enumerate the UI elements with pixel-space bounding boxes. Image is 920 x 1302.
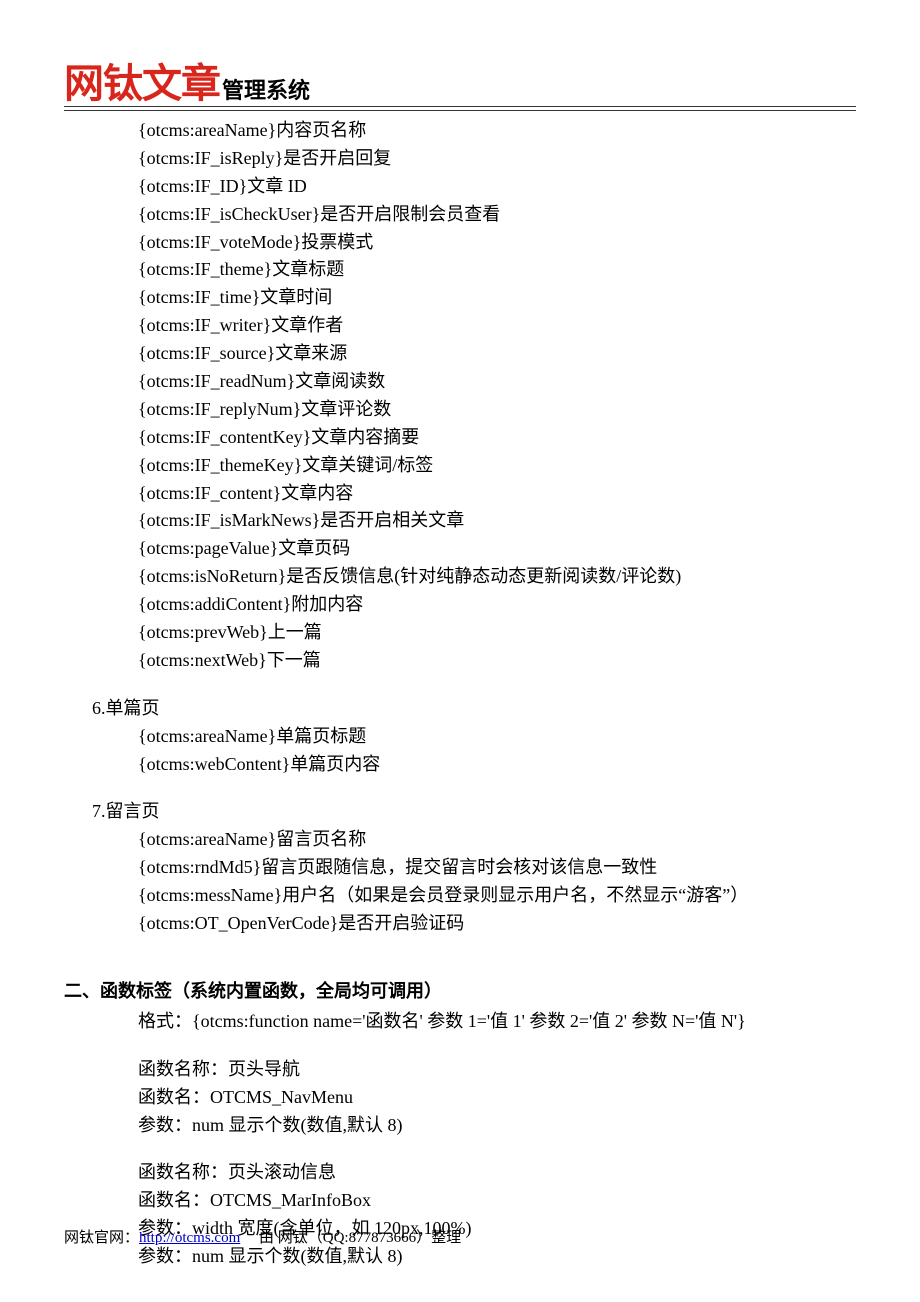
tag-line: {otcms:messName}用户名（如果是会员登录则显示用户名，不然显示“游… bbox=[138, 882, 856, 910]
tag-line: {otcms:IF_theme}文章标题 bbox=[138, 256, 856, 284]
tag-line: {otcms:isNoReturn}是否反馈信息(针对纯静态动态更新阅读数/评论… bbox=[138, 563, 856, 591]
tag-line: {otcms:IF_isReply}是否开启回复 bbox=[138, 145, 856, 173]
heading-function-tags: 二、函数标签（系统内置函数，全局均可调用） bbox=[64, 978, 856, 1006]
tag-line: {otcms:addiContent}附加内容 bbox=[138, 591, 856, 619]
tag-line: {otcms:IF_isMarkNews}是否开启相关文章 bbox=[138, 507, 856, 535]
tag-line: {otcms:IF_contentKey}文章内容摘要 bbox=[138, 424, 856, 452]
tag-line: {otcms:pageValue}文章页码 bbox=[138, 535, 856, 563]
func1-block: 函数名称：页头导航 函数名：OTCMS_NavMenu 参数：num 显示个数(… bbox=[138, 1056, 856, 1140]
footer-link[interactable]: http://otcms.com bbox=[139, 1230, 240, 1246]
tag-line: {otcms:nextWeb}下一篇 bbox=[138, 647, 856, 675]
section6-title: 6.单篇页 bbox=[92, 695, 856, 723]
tag-line: {otcms:IF_readNum}文章阅读数 bbox=[138, 368, 856, 396]
section6-body: {otcms:areaName}单篇页标题 {otcms:webContent}… bbox=[138, 723, 856, 779]
func-line: 函数名称：页头滚动信息 bbox=[138, 1159, 856, 1187]
tag-line: {otcms:IF_source}文章来源 bbox=[138, 340, 856, 368]
tag-line: {otcms:IF_isCheckUser}是否开启限制会员查看 bbox=[138, 201, 856, 229]
tag-line: {otcms:IF_content}文章内容 bbox=[138, 480, 856, 508]
footer: 网钛官网：http://otcms.com 由 网钛（QQ:877873666）… bbox=[64, 1227, 856, 1250]
tag-line: {otcms:IF_voteMode}投票模式 bbox=[138, 229, 856, 257]
func-line: 函数名称：页头导航 bbox=[138, 1056, 856, 1084]
func-line: 参数：num 显示个数(数值,默认 8) bbox=[138, 1112, 856, 1140]
logo-main-text: 网钛文章 bbox=[64, 64, 220, 104]
tag-line: {otcms:IF_ID}文章 ID bbox=[138, 173, 856, 201]
tag-line: {otcms:IF_time}文章时间 bbox=[138, 284, 856, 312]
section7-body: {otcms:areaName}留言页名称 {otcms:rndMd5}留言页跟… bbox=[138, 826, 856, 938]
format-line: 格式：{otcms:function name='函数名' 参数 1='值 1'… bbox=[138, 1008, 856, 1036]
func2-block: 函数名称：页头滚动信息 函数名：OTCMS_MarInfoBox 参数：widt… bbox=[138, 1159, 856, 1271]
tag-line: {otcms:IF_writer}文章作者 bbox=[138, 312, 856, 340]
section7-title: 7.留言页 bbox=[92, 798, 856, 826]
tag-line: {otcms:webContent}单篇页内容 bbox=[138, 751, 856, 779]
tag-line: {otcms:IF_replyNum}文章评论数 bbox=[138, 396, 856, 424]
tag-line: {otcms:areaName}留言页名称 bbox=[138, 826, 856, 854]
tag-line: {otcms:IF_themeKey}文章关键词/标签 bbox=[138, 452, 856, 480]
func-line: 函数名：OTCMS_MarInfoBox bbox=[138, 1187, 856, 1215]
footer-suffix: 由 网钛（QQ:877873666）整理 bbox=[259, 1230, 461, 1246]
tag-line: {otcms:areaName}内容页名称 bbox=[138, 117, 856, 145]
tag-line: {otcms:OT_OpenVerCode}是否开启验证码 bbox=[138, 910, 856, 938]
section5-body: {otcms:areaName}内容页名称 {otcms:IF_isReply}… bbox=[138, 117, 856, 675]
header-divider bbox=[64, 106, 856, 111]
tag-line: {otcms:rndMd5}留言页跟随信息，提交留言时会核对该信息一致性 bbox=[138, 854, 856, 882]
footer-prefix: 网钛官网： bbox=[64, 1230, 139, 1246]
logo-sub-text: 管理系统 bbox=[222, 80, 310, 104]
func-line: 函数名：OTCMS_NavMenu bbox=[138, 1084, 856, 1112]
tag-line: {otcms:areaName}单篇页标题 bbox=[138, 723, 856, 751]
logo: 网钛文章 管理系统 bbox=[64, 64, 856, 104]
tag-line: {otcms:prevWeb}上一篇 bbox=[138, 619, 856, 647]
